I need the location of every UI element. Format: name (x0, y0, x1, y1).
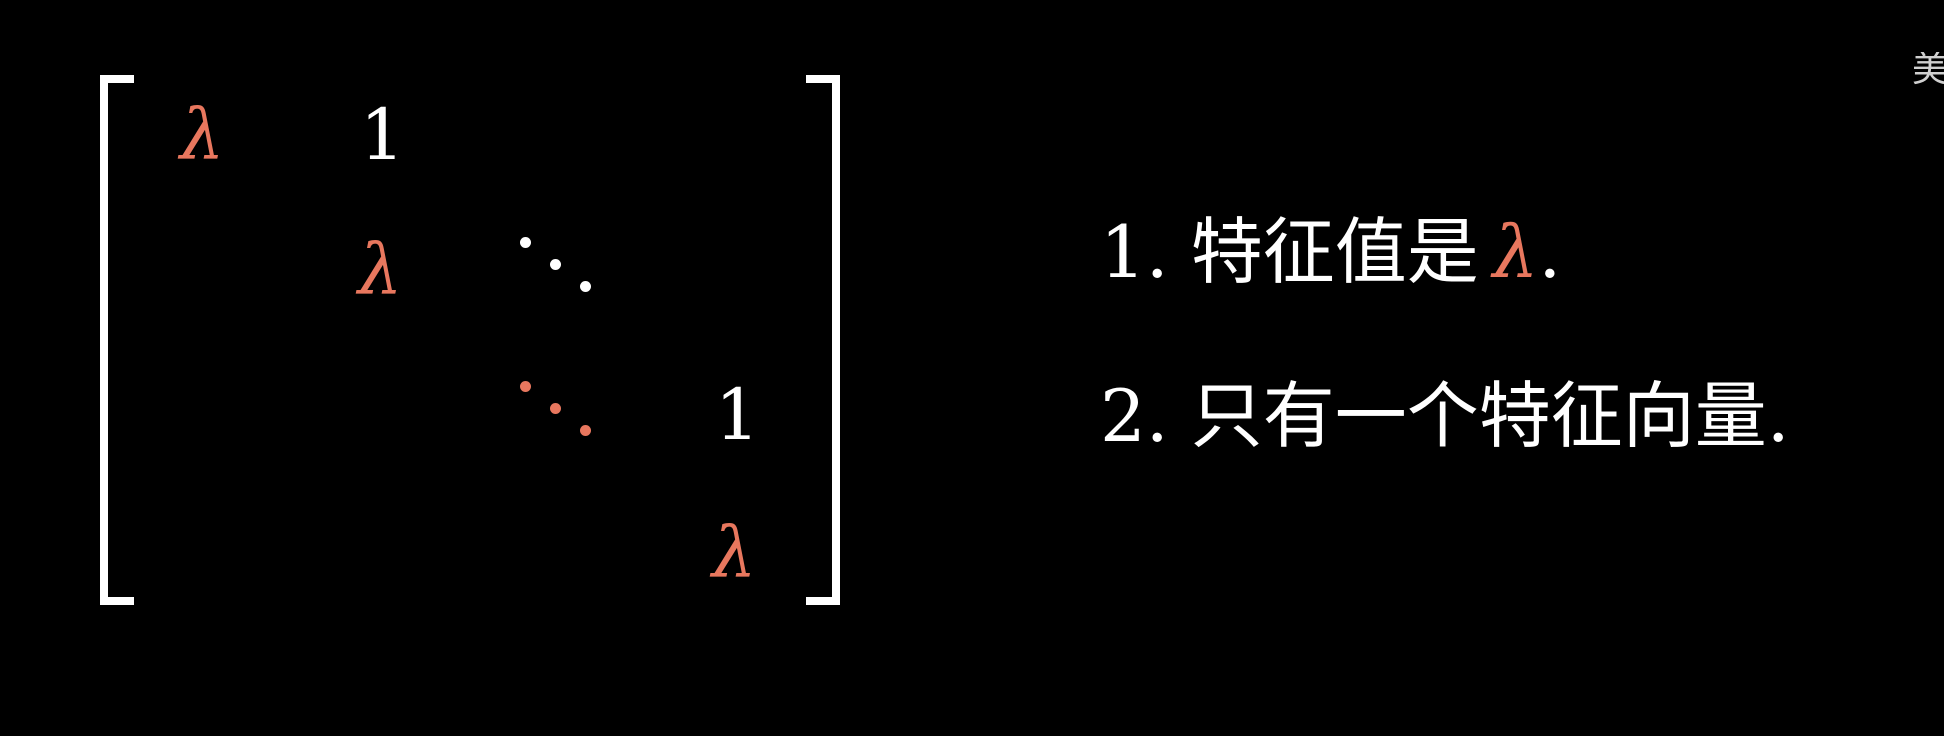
ddots-orange (520, 381, 610, 451)
matrix-right-bracket (806, 75, 840, 605)
statement-1-text: 特征值是 (1190, 210, 1479, 294)
matrix-entry-lambda-1-1: λ (180, 94, 225, 176)
statement-2-number: 2. (1100, 374, 1169, 458)
slide: λ 1 λ 1 λ 1. 特征值是 λ. 2. 只有一个特征向量. 美 (0, 0, 1944, 736)
statement-1-period: . (1538, 210, 1562, 294)
matrix-entry-one-1-2: 1 (360, 94, 405, 176)
matrix-entry-lambda-2-2: λ (358, 229, 403, 311)
matrix-entry-lambda-n-n: λ (712, 512, 757, 594)
ddots-white (520, 237, 610, 307)
matrix-entry-one-superdiag: 1 (715, 374, 760, 456)
corner-watermark-glyph: 美 (1912, 52, 1944, 90)
matrix-left-bracket (100, 75, 134, 605)
statement-2: 2. 只有一个特征向量. (1100, 380, 1790, 452)
statement-2-text: 只有一个特征向量. (1190, 374, 1790, 458)
statement-1-lambda: λ (1492, 210, 1539, 294)
statement-1-number: 1. (1100, 210, 1169, 294)
statement-1: 1. 特征值是 λ. (1100, 216, 1561, 288)
